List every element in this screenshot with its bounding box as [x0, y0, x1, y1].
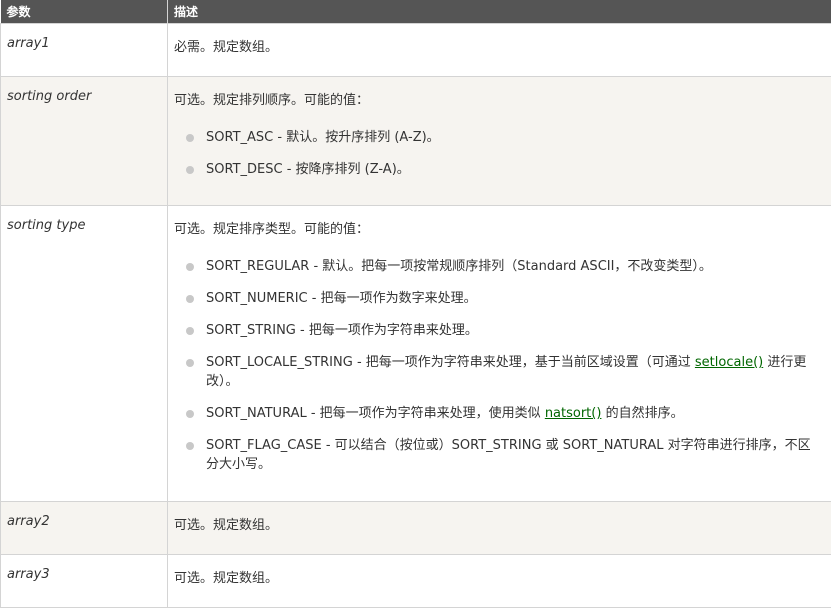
list-item-text-pre: SORT_LOCALE_STRING - 把每一项作为字符串来处理，基于当前区域…: [206, 355, 695, 370]
natsort-link[interactable]: natsort(): [545, 406, 602, 421]
list-item: SORT_REGULAR - 默认。把每一项按常规顺序排列（Standard A…: [174, 257, 819, 276]
bullet-icon: [186, 166, 194, 174]
list-item-text-pre: SORT_NATURAL - 把每一项作为字符串来处理，使用类似: [206, 406, 545, 421]
list-item: SORT_NATURAL - 把每一项作为字符串来处理，使用类似 natsort…: [174, 404, 819, 423]
bullet-icon: [186, 359, 194, 367]
list-item-text: SORT_FLAG_CASE - 可以结合（按位或）SORT_STRING 或 …: [206, 438, 811, 472]
bullet-icon: [186, 263, 194, 271]
param-description-cell: 可选。规定排列顺序。可能的值： SORT_ASC - 默认。按升序排列 (A-Z…: [168, 77, 831, 206]
list-item-text: SORT_STRING - 把每一项作为字符串来处理。: [206, 323, 478, 338]
param-description: 可选。规定数组。: [168, 502, 831, 555]
param-name: array3: [1, 555, 168, 608]
list-item: SORT_NUMERIC - 把每一项作为数字来处理。: [174, 289, 819, 308]
value-list: SORT_REGULAR - 默认。把每一项按常规顺序排列（Standard A…: [174, 257, 819, 474]
param-name: array2: [1, 502, 168, 555]
list-item: SORT_FLAG_CASE - 可以结合（按位或）SORT_STRING 或 …: [174, 436, 819, 474]
param-description: 可选。规定数组。: [168, 555, 831, 608]
header-description: 描述: [168, 0, 831, 24]
header-param: 参数: [1, 0, 168, 24]
list-item-text: SORT_ASC - 默认。按升序排列 (A-Z)。: [206, 130, 440, 145]
bullet-icon: [186, 410, 194, 418]
list-item: SORT_LOCALE_STRING - 把每一项作为字符串来处理，基于当前区域…: [174, 353, 819, 391]
bullet-icon: [186, 295, 194, 303]
parameters-table: 参数 描述 array1 必需。规定数组。 sorting order 可选。规…: [0, 0, 831, 608]
list-item: SORT_DESC - 按降序排列 (Z-A)。: [174, 160, 819, 179]
param-description-cell: 可选。规定排序类型。可能的值： SORT_REGULAR - 默认。把每一项按常…: [168, 206, 831, 502]
setlocale-link[interactable]: setlocale(): [695, 355, 763, 370]
list-item-text: SORT_DESC - 按降序排列 (Z-A)。: [206, 162, 410, 177]
list-item-text: SORT_NUMERIC - 把每一项作为数字来处理。: [206, 291, 477, 306]
value-list: SORT_ASC - 默认。按升序排列 (A-Z)。 SORT_DESC - 按…: [174, 128, 819, 179]
table-row: array3 可选。规定数组。: [1, 555, 831, 608]
table-row: sorting type 可选。规定排序类型。可能的值： SORT_REGULA…: [1, 206, 831, 502]
param-description: 可选。规定排列顺序。可能的值：: [174, 89, 819, 108]
table-header-row: 参数 描述: [1, 0, 831, 24]
bullet-icon: [186, 134, 194, 142]
param-name: sorting type: [1, 206, 168, 502]
list-item: SORT_STRING - 把每一项作为字符串来处理。: [174, 321, 819, 340]
param-name: sorting order: [1, 77, 168, 206]
bullet-icon: [186, 327, 194, 335]
list-item: SORT_ASC - 默认。按升序排列 (A-Z)。: [174, 128, 819, 147]
table-row: sorting order 可选。规定排列顺序。可能的值： SORT_ASC -…: [1, 77, 831, 206]
param-name: array1: [1, 24, 168, 77]
list-item-text-post: 的自然排序。: [601, 406, 683, 421]
param-description: 可选。规定排序类型。可能的值：: [174, 218, 819, 237]
param-description: 必需。规定数组。: [168, 24, 831, 77]
bullet-icon: [186, 442, 194, 450]
table-row: array2 可选。规定数组。: [1, 502, 831, 555]
table-row: array1 必需。规定数组。: [1, 24, 831, 77]
list-item-text: SORT_REGULAR - 默认。把每一项按常规顺序排列（Standard A…: [206, 259, 712, 274]
